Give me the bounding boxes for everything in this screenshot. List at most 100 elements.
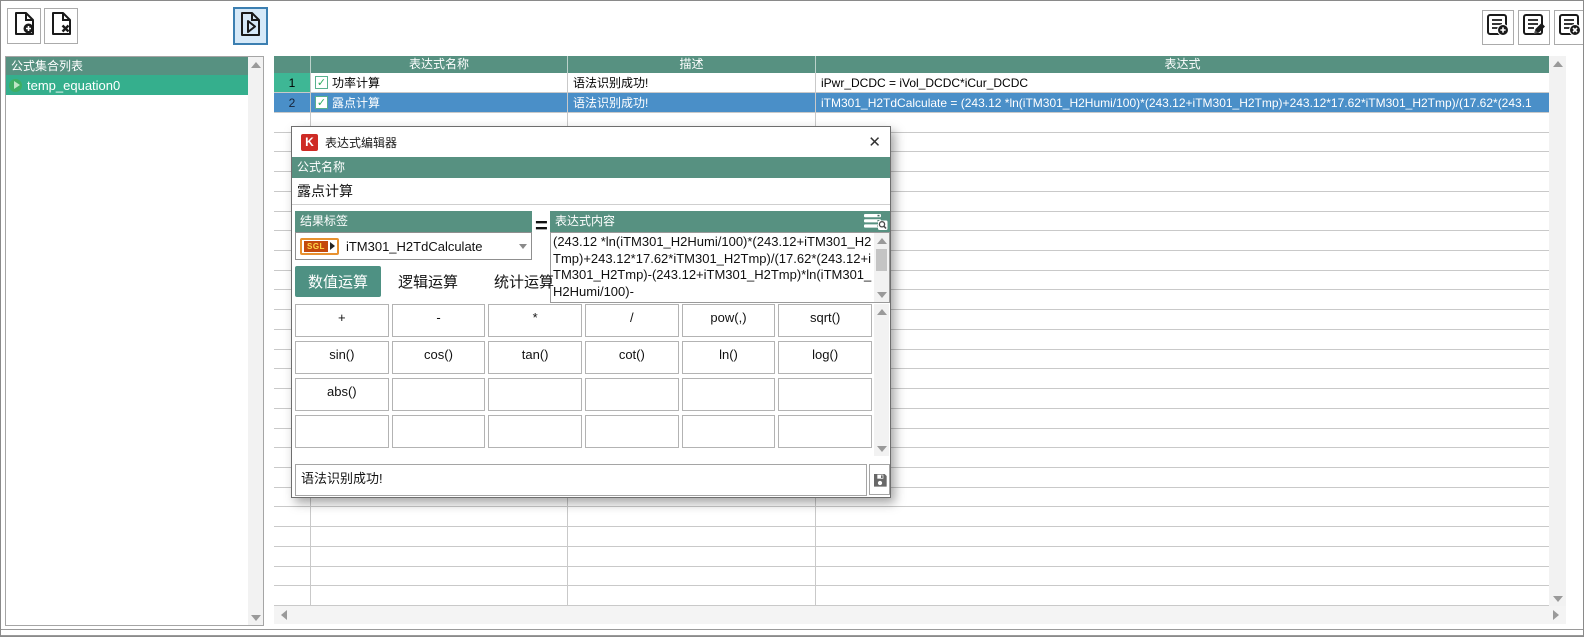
scroll-down-icon[interactable] <box>874 441 889 456</box>
header-name: 表达式名称 <box>311 56 568 73</box>
chevron-down-icon[interactable] <box>519 244 527 249</box>
checkbox-checked-icon[interactable]: ✓ <box>315 76 328 89</box>
row-expr-cell: iTM301_H2TdCalculate = (243.12 *ln(iTM30… <box>816 93 1549 113</box>
operator-button[interactable]: / <box>585 304 679 337</box>
table-row-selected[interactable]: 2 ✓ 露点计算 语法识别成功! iTM301_H2TdCalculate = … <box>274 93 1549 113</box>
scroll-left-icon[interactable] <box>276 606 292 624</box>
table-horizontal-scrollbar[interactable] <box>274 606 1566 624</box>
badge-arrow-icon <box>330 242 335 250</box>
table-vertical-scrollbar[interactable] <box>1549 56 1566 606</box>
play-circle-icon <box>9 79 22 92</box>
scroll-up-icon[interactable] <box>248 57 263 72</box>
operator-button[interactable]: sqrt() <box>778 304 872 337</box>
save-button[interactable] <box>869 464 890 495</box>
new-formula-set-button[interactable] <box>7 8 41 44</box>
scroll-down-icon[interactable] <box>1549 591 1566 606</box>
scroll-up-icon[interactable] <box>1549 56 1566 71</box>
save-icon <box>872 472 888 488</box>
sgl-type-badge: SGL <box>300 238 339 255</box>
table-row-empty[interactable] <box>274 547 1549 567</box>
row-desc-cell: 语法识别成功! <box>568 93 816 113</box>
content-scrollbar[interactable] <box>874 233 889 302</box>
tab-logic-operations[interactable]: 逻辑运算 <box>392 266 464 297</box>
operator-cell-empty <box>778 378 872 411</box>
expression-name: 功率计算 <box>332 74 380 91</box>
scroll-right-icon[interactable] <box>1548 606 1564 624</box>
operator-cell-empty <box>682 378 776 411</box>
scroll-down-icon[interactable] <box>248 610 263 625</box>
operator-cell-empty <box>778 415 872 448</box>
table-row-empty[interactable] <box>274 527 1549 547</box>
delete-expression-button[interactable] <box>1554 10 1584 45</box>
row-name-cell: ✓ 功率计算 <box>311 73 568 93</box>
operator-cell-empty <box>585 415 679 448</box>
app-window: 公式集合列表 temp_equation0 表达式名称 描述 表达式 1 ✓ 功… <box>0 0 1584 637</box>
formula-set-panel: 公式集合列表 temp_equation0 <box>5 56 264 626</box>
result-label-header: 结果标签 <box>295 211 532 232</box>
header-desc: 描述 <box>568 56 816 73</box>
scroll-up-icon[interactable] <box>874 304 889 319</box>
table-row-empty[interactable] <box>274 567 1549 587</box>
formula-set-panel-title: 公式集合列表 <box>6 57 249 75</box>
table-row-empty[interactable] <box>274 507 1549 527</box>
tab-numeric-operations[interactable]: 数值运算 <box>295 266 381 297</box>
row-name-cell: ✓ 露点计算 <box>311 93 568 113</box>
operator-button[interactable]: + <box>295 304 389 337</box>
operator-button[interactable]: abs() <box>295 378 389 411</box>
expression-content-text[interactable]: (243.12 *ln(iTM301_H2Humi/100)*(243.12+i… <box>553 234 873 301</box>
operator-button[interactable]: * <box>488 304 582 337</box>
expression-content-label: 表达式内容 <box>555 211 615 232</box>
dialog-titlebar[interactable]: K 表达式编辑器 ✕ <box>292 127 890 157</box>
result-label-combobox[interactable]: SGL iTM301_H2TdCalculate <box>295 232 532 260</box>
operator-cell-empty <box>392 415 486 448</box>
operator-button[interactable]: ln() <box>682 341 776 374</box>
operator-button[interactable]: pow(,) <box>682 304 776 337</box>
scrollbar-thumb[interactable] <box>876 249 887 271</box>
list-delete-icon <box>1558 13 1582 42</box>
formula-name-label: 公式名称 <box>292 157 890 178</box>
operator-grid: +-*/pow(,)sqrt() sin()cos()tan()cot()ln()… <box>295 304 872 456</box>
close-icon[interactable]: ✕ <box>868 135 881 150</box>
operator-button[interactable]: log() <box>778 341 872 374</box>
window-bottom-frame <box>1 629 1583 636</box>
formula-name-input[interactable]: 露点计算 <box>292 178 890 205</box>
operator-button[interactable]: cos() <box>392 341 486 374</box>
sidebar-item-temp-equation0[interactable]: temp_equation0 <box>6 75 249 95</box>
operator-grid-scrollbar[interactable] <box>874 304 889 456</box>
scroll-down-icon[interactable] <box>874 287 889 302</box>
operator-cell-empty <box>682 415 776 448</box>
document-play-icon <box>239 11 262 42</box>
operator-button[interactable]: sin() <box>295 341 389 374</box>
tab-statistics-operations[interactable]: 统计运算 <box>488 266 560 297</box>
operator-button[interactable]: cot() <box>585 341 679 374</box>
table-row[interactable]: 1 ✓ 功率计算 语法识别成功! iPwr_DCDC = iVol_DCDC*i… <box>274 73 1549 93</box>
row-expr-cell: iPwr_DCDC = iVol_DCDC*iCur_DCDC <box>816 73 1549 93</box>
dialog-title: 表达式编辑器 <box>325 134 397 151</box>
header-index <box>274 56 311 73</box>
run-formula-set-button[interactable] <box>233 7 268 45</box>
list-add-icon <box>1486 13 1510 42</box>
operator-cell-empty <box>392 378 486 411</box>
app-logo-icon: K <box>301 134 318 151</box>
expression-content-header: 表达式内容 <box>550 211 890 232</box>
operator-button[interactable]: - <box>392 304 486 337</box>
operator-cell-empty <box>488 415 582 448</box>
left-panel-scrollbar[interactable] <box>248 57 263 625</box>
document-delete-icon <box>50 11 73 41</box>
expression-name: 露点计算 <box>332 94 380 111</box>
operator-cell-empty <box>295 415 389 448</box>
operator-button[interactable]: tan() <box>488 341 582 374</box>
list-edit-icon <box>1522 13 1546 42</box>
edit-expression-button[interactable] <box>1518 10 1550 45</box>
delete-formula-set-button[interactable] <box>44 8 78 44</box>
result-label-value: iTM301_H2TdCalculate <box>346 239 483 254</box>
variable-search-icon[interactable] <box>863 213 888 230</box>
add-expression-button[interactable] <box>1482 10 1514 45</box>
expression-content-box[interactable]: (243.12 *ln(iTM301_H2Humi/100)*(243.12+i… <box>550 232 890 303</box>
row-number: 1 <box>274 73 311 93</box>
table-row-empty[interactable] <box>274 586 1549 606</box>
row-number: 2 <box>274 93 311 113</box>
checkbox-checked-icon[interactable]: ✓ <box>315 96 328 109</box>
operator-cell-empty <box>585 378 679 411</box>
scroll-up-icon[interactable] <box>874 233 889 248</box>
